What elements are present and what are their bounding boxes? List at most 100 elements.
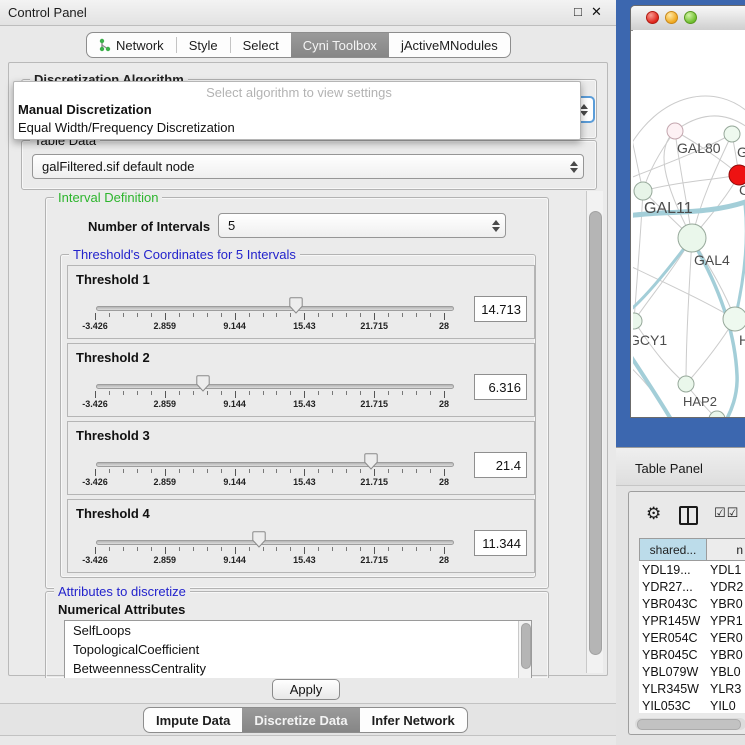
network-view-window: GAL80 GA C GAL11 GAL4 GCY1 H HAP2 — [630, 5, 745, 418]
cell-shared-name: YDR27... — [639, 578, 707, 595]
control-panel: Control Panel □ ✕ Network Style Select C… — [0, 0, 616, 745]
network-window-titlebar — [631, 6, 745, 31]
threshold-label: Threshold 3 — [76, 428, 150, 443]
threshold-slider-track[interactable] — [96, 462, 454, 467]
table-data-combobox-value: galFiltered.sif default node — [42, 159, 194, 174]
combo-stepper-icon — [580, 104, 588, 116]
threshold-slider-track[interactable] — [96, 306, 454, 311]
cell-shared-name: YER054C — [639, 629, 707, 646]
tab-impute-data[interactable]: Impute Data — [144, 708, 242, 732]
float-window-icon[interactable]: □ — [574, 4, 582, 19]
gear-icon[interactable]: ⚙ — [646, 504, 661, 524]
table-row[interactable]: YPR145W YPR1 — [639, 612, 745, 629]
cell-shared-name: YBR045C — [639, 646, 707, 663]
thresholds-group-title: Threshold's Coordinates for 5 Intervals — [69, 247, 300, 262]
tab-cyni-toolbox[interactable]: Cyni Toolbox — [291, 33, 389, 57]
table-panel-body: ⚙ ☑☑ shared... n YDL19... YDL1 YDR27... … — [628, 491, 745, 735]
cyni-panel-body: Discretization Algorithm Table Data galF… — [8, 62, 608, 676]
minimize-traffic-light-icon[interactable] — [665, 11, 678, 24]
table-panel-titlebar: Table Panel — [616, 447, 745, 486]
table-hscrollbar[interactable] — [635, 718, 745, 730]
column-header-name[interactable]: n — [707, 538, 745, 561]
number-of-intervals-value: 5 — [228, 218, 235, 233]
control-panel-title: Control Panel — [8, 5, 87, 20]
combo-stepper-icon — [492, 220, 500, 232]
table-row[interactable]: YER054C YER0 — [639, 629, 745, 646]
popup-item-equal-width-frequency[interactable]: Equal Width/Frequency Discretization — [14, 120, 580, 135]
threshold-slider-thumb[interactable] — [364, 453, 378, 470]
node-label-clipped-c: C — [739, 182, 745, 198]
table-hscrollbar-thumb[interactable] — [637, 719, 741, 730]
column-header-shared-name[interactable]: shared... — [639, 538, 707, 561]
cell-shared-name: YPR145W — [639, 612, 707, 629]
tab-jactivemnodules[interactable]: jActiveMNodules — [389, 33, 510, 57]
table-data-group: Table Data galFiltered.sif default node — [21, 140, 597, 190]
table-panel-title: Table Panel — [635, 461, 703, 476]
attributes-list-items: SelfLoopsTopologicalCoefficientBetweenne… — [65, 621, 531, 678]
table-row[interactable]: YBR045C YBR0 — [639, 646, 745, 663]
attribute-list-item[interactable]: SelfLoops — [65, 621, 531, 640]
table-row[interactable]: YDL19... YDL1 — [639, 561, 745, 578]
apply-button[interactable]: Apply — [272, 679, 340, 700]
threshold-value-field[interactable]: 21.4 — [474, 452, 527, 478]
combo-stepper-icon — [570, 161, 578, 173]
interval-definition-group: Interval Definition Number of Intervals … — [45, 197, 549, 589]
threshold-panel: Threshold 1 -3.4262.8599.14415.4321.7152… — [67, 265, 535, 339]
table-panel: Table Panel ⚙ ☑☑ shared... n YDL19... YD… — [616, 447, 745, 745]
table-row[interactable]: YBR043C YBR0 — [639, 595, 745, 612]
attributes-list-scrollbar-thumb[interactable] — [521, 623, 531, 669]
tab-cyni-toolbox-label: Cyni Toolbox — [303, 38, 377, 53]
node-label-clipped-ga: GA — [737, 144, 745, 160]
table-data-combobox[interactable]: galFiltered.sif default node — [32, 154, 584, 179]
threshold-panel: Threshold 3 -3.4262.8599.14415.4321.7152… — [67, 421, 535, 495]
table-row[interactable]: YBL079W YBL0 — [639, 663, 745, 680]
tab-select[interactable]: Select — [231, 33, 291, 57]
cell-name: YBR0 — [707, 646, 745, 663]
numerical-attributes-label: Numerical Attributes — [58, 602, 185, 617]
tab-select-label: Select — [243, 38, 279, 53]
threshold-slider-thumb[interactable] — [252, 531, 266, 548]
cell-name: YPR1 — [707, 612, 745, 629]
tab-infer-network[interactable]: Infer Network — [360, 708, 467, 732]
node-label-gal4: GAL4 — [694, 252, 730, 268]
threshold-slider-track[interactable] — [96, 540, 454, 545]
panel-scrollbar-thumb[interactable] — [589, 211, 602, 655]
attributes-list-scrollbar[interactable] — [518, 621, 531, 678]
attributes-group-title: Attributes to discretize — [54, 584, 190, 599]
tab-discretize-data[interactable]: Discretize Data — [242, 708, 359, 732]
threshold-value-field[interactable]: 6.316 — [474, 374, 527, 400]
table-row[interactable]: YDR27... YDR2 — [639, 578, 745, 595]
table-row[interactable]: YLR345W YLR3 — [639, 680, 745, 697]
attribute-list-item[interactable]: BetweennessCentrality — [65, 659, 531, 678]
network-canvas[interactable]: GAL80 GA C GAL11 GAL4 GCY1 H HAP2 — [633, 30, 745, 418]
popup-item-manual-discretization[interactable]: Manual Discretization — [14, 102, 580, 117]
tab-style[interactable]: Style — [177, 33, 230, 57]
cell-shared-name: YLR345W — [639, 680, 707, 697]
threshold-slider-thumb[interactable] — [289, 297, 303, 314]
cell-name: YER0 — [707, 629, 745, 646]
screenshot-root: Control Panel □ ✕ Network Style Select C… — [0, 0, 745, 745]
zoom-traffic-light-icon[interactable] — [684, 11, 697, 24]
close-window-icon[interactable]: ✕ — [591, 4, 602, 20]
node-label-hap2: HAP2 — [683, 394, 717, 409]
tab-network[interactable]: Network — [87, 33, 176, 57]
threshold-label: Threshold 1 — [76, 272, 150, 287]
table-row[interactable]: YIL053C YIL0 — [639, 697, 745, 713]
threshold-slider-track[interactable] — [96, 384, 454, 389]
threshold-value-field[interactable]: 14.713 — [474, 296, 527, 322]
threshold-value-field[interactable]: 11.344 — [474, 530, 527, 556]
threshold-label: Threshold 4 — [76, 506, 150, 521]
panel-scrollbar[interactable] — [586, 191, 603, 673]
number-of-intervals-combobox[interactable]: 5 — [218, 213, 506, 238]
select-columns-icon[interactable]: ☑☑ — [714, 505, 739, 521]
tab-style-label: Style — [189, 38, 218, 53]
numerical-attributes-list[interactable]: SelfLoopsTopologicalCoefficientBetweenne… — [64, 620, 532, 678]
popup-placeholder-item[interactable]: Select algorithm to view settings — [14, 85, 580, 100]
close-traffic-light-icon[interactable] — [646, 11, 659, 24]
table-rows-area[interactable]: YDL19... YDL1 YDR27... YDR2 YBR043C YBR0… — [639, 561, 745, 713]
columns-icon[interactable] — [679, 506, 698, 525]
top-tab-strip: Network Style Select Cyni Toolbox jActiv… — [86, 32, 511, 58]
attribute-list-item[interactable]: TopologicalCoefficient — [65, 640, 531, 659]
threshold-slider-thumb[interactable] — [196, 375, 210, 392]
tab-discretize-data-label: Discretize Data — [254, 713, 347, 728]
